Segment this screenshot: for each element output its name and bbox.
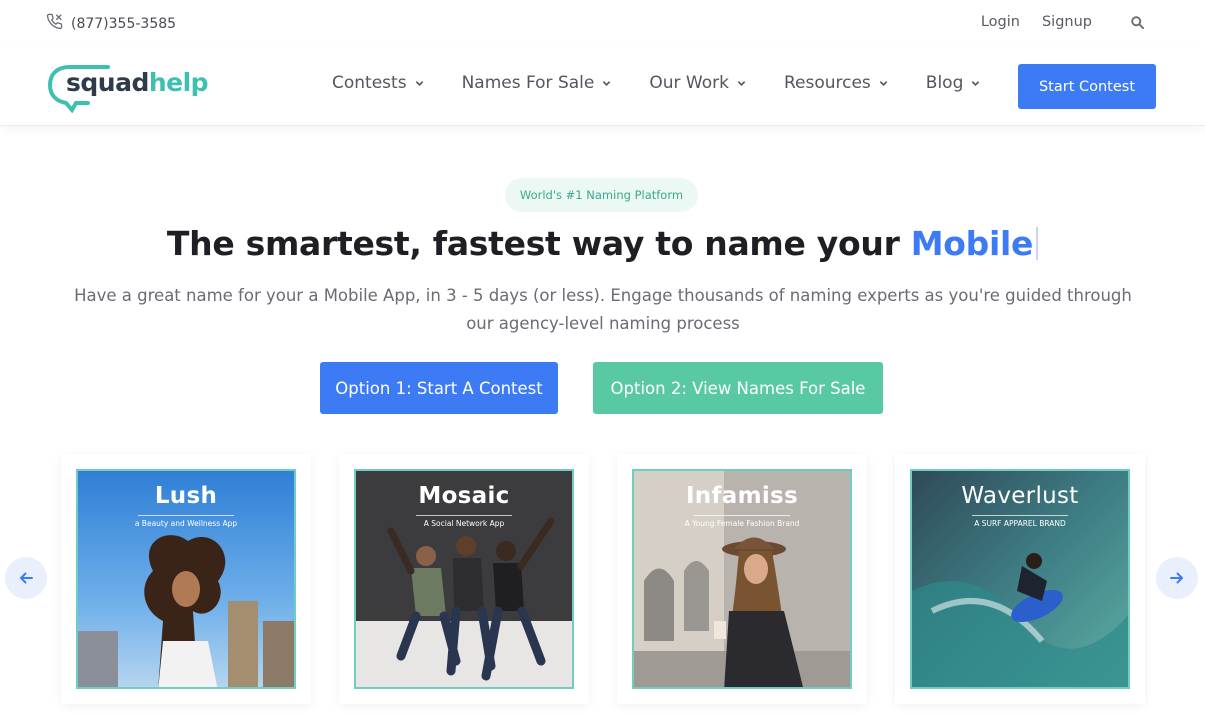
hero-title-accent: Mobile: [910, 224, 1034, 263]
typing-caret: [1036, 227, 1039, 260]
card-image: Infamiss A Young Female Fashion Brand: [632, 469, 852, 689]
card-image: Mosaic A Social Network App: [354, 469, 574, 689]
card-tagline: a Beauty and Wellness App: [134, 519, 238, 528]
hero-subtitle: Have a great name for your a Mobile App,…: [74, 286, 1132, 333]
logo-wordmark: squadhelp: [66, 68, 209, 97]
carousel-prev-button[interactable]: [5, 557, 47, 599]
nav-label: Our Work: [649, 73, 729, 93]
nav-blog[interactable]: Blog: [926, 73, 981, 93]
card-title: Lush: [154, 483, 218, 509]
card-tagline: A SURF APPAREL BRAND: [974, 519, 1066, 528]
carousel-next-button[interactable]: [1156, 557, 1198, 599]
nav-our-work[interactable]: Our Work: [649, 73, 746, 93]
arrow-left-icon: [18, 570, 34, 586]
login-link[interactable]: Login: [981, 14, 1020, 30]
chevron-down-icon: [602, 79, 611, 88]
chevron-down-icon: [879, 79, 888, 88]
platform-badge: World's #1 Naming Platform: [505, 178, 698, 212]
account-links: Login Signup: [981, 14, 1145, 30]
signup-link[interactable]: Signup: [1042, 14, 1092, 30]
nav-names-for-sale[interactable]: Names For Sale: [462, 73, 612, 93]
card-title: Mosaic: [418, 483, 510, 509]
main-nav: Contests Names For Sale Our Work Resourc…: [332, 73, 1018, 93]
card-tagline: A Young Female Fashion Brand: [684, 519, 800, 528]
nav-label: Names For Sale: [461, 73, 595, 93]
phone-number: (877)355-3585: [71, 15, 177, 32]
phone-contact[interactable]: (877)355-3585: [46, 13, 176, 34]
logo-help-text: help: [148, 68, 209, 97]
arrow-right-icon: [1169, 570, 1185, 586]
chevron-down-icon: [737, 79, 746, 88]
squadhelp-logo[interactable]: squadhelp: [48, 61, 209, 113]
phone-icon: [46, 13, 63, 34]
card-divider: [138, 515, 234, 516]
card-tagline: A Social Network App: [423, 519, 505, 528]
chevron-down-icon: [971, 79, 980, 88]
card-image: Waverlust A SURF APPAREL BRAND: [910, 469, 1130, 689]
view-names-for-sale-button[interactable]: Option 2: View Names For Sale: [593, 362, 883, 414]
logo-squad-text: squad: [66, 68, 149, 97]
start-a-contest-button[interactable]: Option 1: Start A Contest: [320, 362, 558, 414]
card-divider: [416, 515, 512, 516]
hero-title-text: The smartest, fastest way to name your: [166, 224, 911, 263]
chevron-down-icon: [415, 79, 424, 88]
portfolio-card-mosaic[interactable]: Mosaic A Social Network App: [339, 454, 589, 704]
card-image: Lush a Beauty and Wellness App: [76, 469, 296, 689]
start-contest-button[interactable]: Start Contest: [1018, 64, 1156, 109]
portfolio-card-waverlust[interactable]: Waverlust A SURF APPAREL BRAND: [895, 454, 1145, 704]
nav-label: Resources: [783, 73, 871, 93]
nav-contests[interactable]: Contests: [332, 73, 424, 93]
nav-resources[interactable]: Resources: [784, 73, 888, 93]
top-bar: (877)355-3585 Login Signup: [0, 0, 1205, 48]
card-divider: [972, 515, 1068, 516]
portfolio-card-lush[interactable]: Lush a Beauty and Wellness App: [61, 454, 311, 704]
main-header: squadhelp Contests Names For Sale Our Wo…: [0, 48, 1205, 126]
portfolio-card-infamiss[interactable]: Infamiss A Young Female Fashion Brand: [617, 454, 867, 704]
card-title: Infamiss: [685, 483, 799, 509]
card-title: Waverlust: [961, 483, 1079, 509]
search-icon[interactable]: [1130, 15, 1145, 30]
card-divider: [694, 515, 790, 516]
nav-label: Contests: [332, 73, 407, 93]
hero-title: The smartest, fastest way to name your M…: [0, 224, 1205, 263]
nav-label: Blog: [925, 73, 964, 93]
